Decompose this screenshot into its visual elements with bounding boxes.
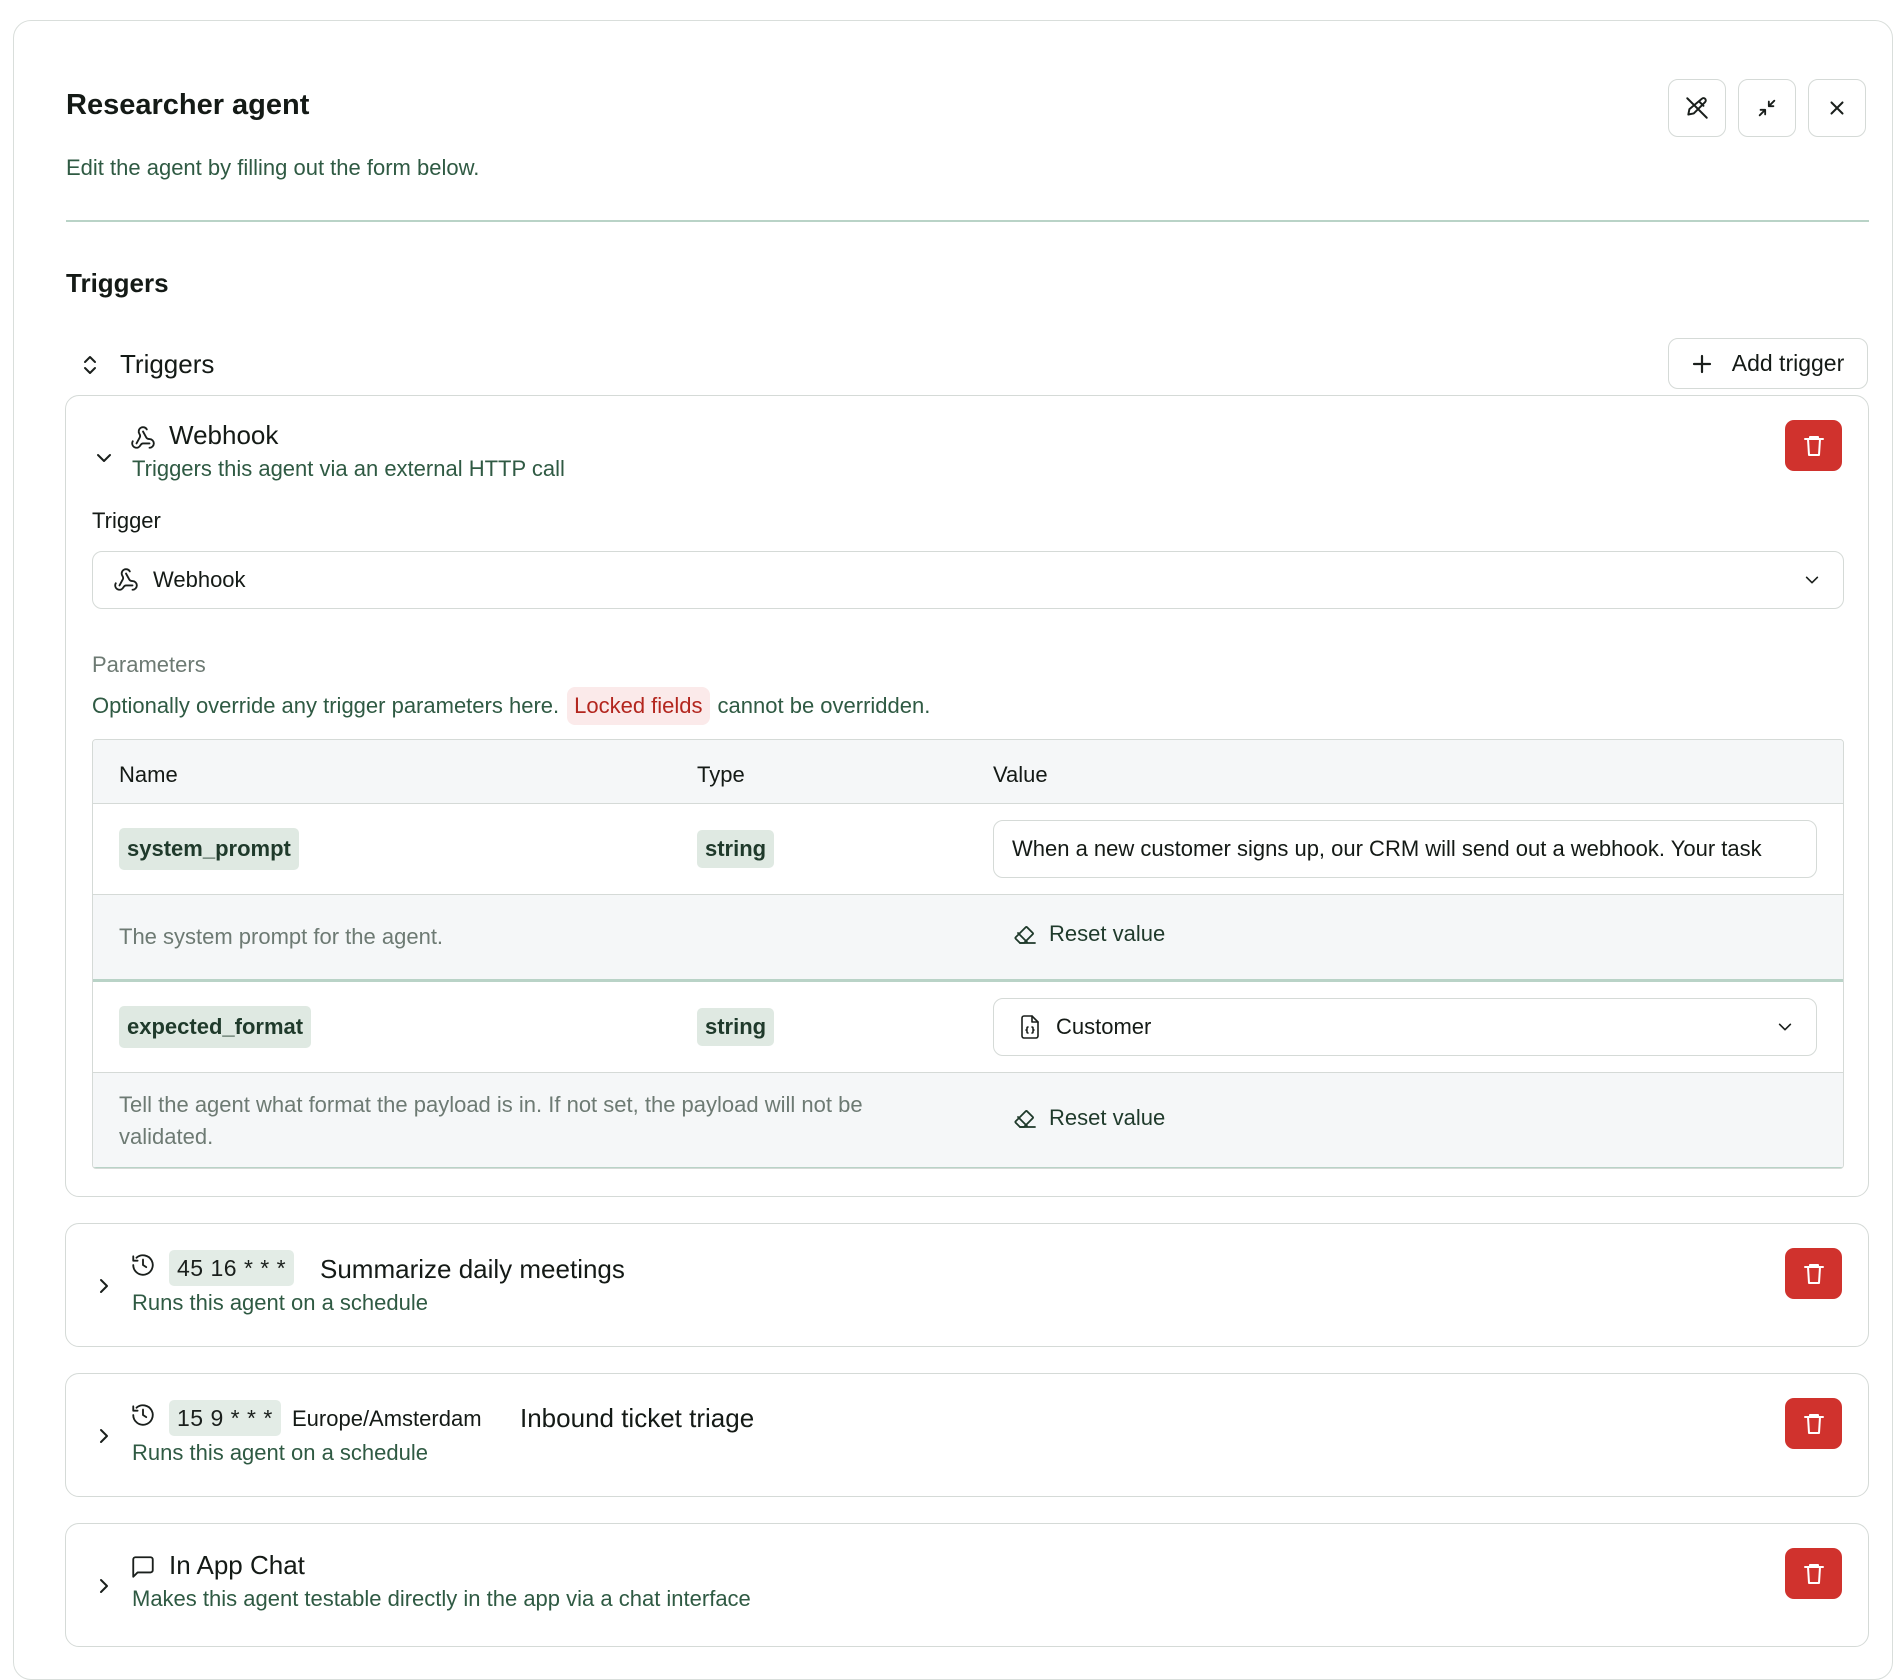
param-type-badge: string [697,1008,775,1046]
chevron-right-icon[interactable] [94,1426,114,1446]
add-trigger-label: Add trigger [1731,350,1845,376]
chat-card-title: In App Chat [169,1550,305,1580]
eraser-icon [1014,1110,1036,1128]
webhook-icon [131,426,155,449]
toggle-edit-button[interactable] [1668,79,1726,137]
schedule-trigger-card: 15 9 * * * Europe/Amsterdam Inbound tick… [65,1373,1869,1497]
reset-value-button[interactable]: Reset value [1013,1105,1165,1131]
pencil-off-icon [1686,97,1708,119]
delete-trigger-button[interactable] [1785,1548,1842,1599]
table-header: Name Type Value [93,740,1843,804]
webhook-icon [114,568,138,591]
table-row: system_prompt string [93,804,1843,894]
system-prompt-input[interactable] [993,820,1817,878]
expected-format-select[interactable]: Customer [993,998,1817,1056]
chevron-down-icon [1805,576,1819,584]
minimize-button[interactable] [1738,79,1796,137]
clock-icon [132,1254,154,1276]
cron-badge: 15 9 * * * [169,1400,281,1436]
param-name-badge: system_prompt [119,828,299,870]
chevron-right-icon[interactable] [94,1576,114,1596]
chevron-right-icon[interactable] [94,1276,114,1296]
trash-icon [1803,1563,1824,1584]
page-subtitle: Edit the agent by filling out the form b… [66,155,480,180]
triggers-collapse-toggle[interactable]: Triggers [80,349,214,380]
delete-trigger-button[interactable] [1785,1248,1842,1299]
add-trigger-button[interactable]: Add trigger [1668,338,1868,389]
parameters-help: Optionally override any trigger paramete… [92,687,930,725]
delete-trigger-button[interactable] [1785,420,1842,471]
webhook-card-title: Webhook [169,420,279,450]
section-title: Triggers [66,268,169,298]
column-header-value: Value [993,762,1048,787]
schedule-card-title: Inbound ticket triage [520,1403,755,1433]
trigger-select[interactable]: Webhook [92,551,1844,609]
parameters-table: Name Type Value system_prompt string The… [92,739,1844,1169]
chevron-down-icon[interactable] [94,448,114,468]
reset-value-button[interactable]: Reset value [1013,921,1165,947]
file-json-icon [1021,1015,1039,1039]
trigger-select-value: Webhook [153,567,246,592]
triggers-toggle-label: Triggers [120,349,215,379]
close-button[interactable] [1808,79,1866,137]
page-title: Researcher agent [66,89,310,121]
webhook-card-description: Triggers this agent via an external HTTP… [132,456,565,481]
chat-card-description: Makes this agent testable directly in th… [132,1586,751,1611]
param-type-badge: string [697,830,775,868]
expected-format-value: Customer [1056,1014,1152,1039]
trigger-field-label: Trigger [92,508,161,533]
schedule-card-description: Runs this agent on a schedule [132,1440,428,1465]
eraser-icon [1014,926,1036,944]
param-description: Tell the agent what format the payload i… [119,1092,863,1149]
row-separator [93,1167,1843,1168]
header-divider [66,220,1869,222]
parameters-label: Parameters [92,652,206,677]
chevron-up-down-icon [84,355,96,374]
schedule-card-title: Summarize daily meetings [320,1254,625,1284]
param-description: The system prompt for the agent. [119,924,444,949]
locked-fields-badge: Locked fields [567,687,710,725]
column-header-name: Name [119,762,178,787]
param-name-badge: expected_format [119,1006,312,1048]
minimize-icon [1758,99,1776,117]
reset-value-label: Reset value [1049,921,1166,946]
timezone-label: Europe/Amsterdam [292,1406,482,1431]
close-icon [1830,101,1844,115]
schedule-card-description: Runs this agent on a schedule [132,1290,428,1315]
webhook-trigger-card: Webhook Triggers this agent via an exter… [65,395,1869,1197]
trash-icon [1803,1413,1824,1434]
delete-trigger-button[interactable] [1785,1398,1842,1449]
reset-value-label: Reset value [1049,1105,1166,1130]
chat-icon [132,1556,154,1578]
agent-panel: Researcher agent Edit the agent by filli… [13,20,1893,1680]
plus-icon [1692,354,1711,373]
schedule-trigger-card: 45 16 * * * Summarize daily meetings Run… [65,1223,1869,1347]
cron-badge: 45 16 * * * [169,1250,295,1286]
chevron-down-icon [1778,1023,1792,1031]
table-row: expected_format string Customer [93,982,1843,1072]
chat-trigger-card: In App Chat Makes this agent testable di… [65,1523,1869,1647]
trash-icon [1803,435,1824,456]
column-header-type: Type [697,762,745,787]
parameters-help-suffix: cannot be overridden. [717,693,931,718]
trash-icon [1803,1263,1824,1284]
param-description-row: Tell the agent what format the payload i… [93,1072,1843,1168]
parameters-help-prefix: Optionally override any trigger paramete… [92,693,560,718]
clock-icon [132,1404,154,1426]
param-description-row: The system prompt for the agent. Reset v… [93,894,1843,980]
